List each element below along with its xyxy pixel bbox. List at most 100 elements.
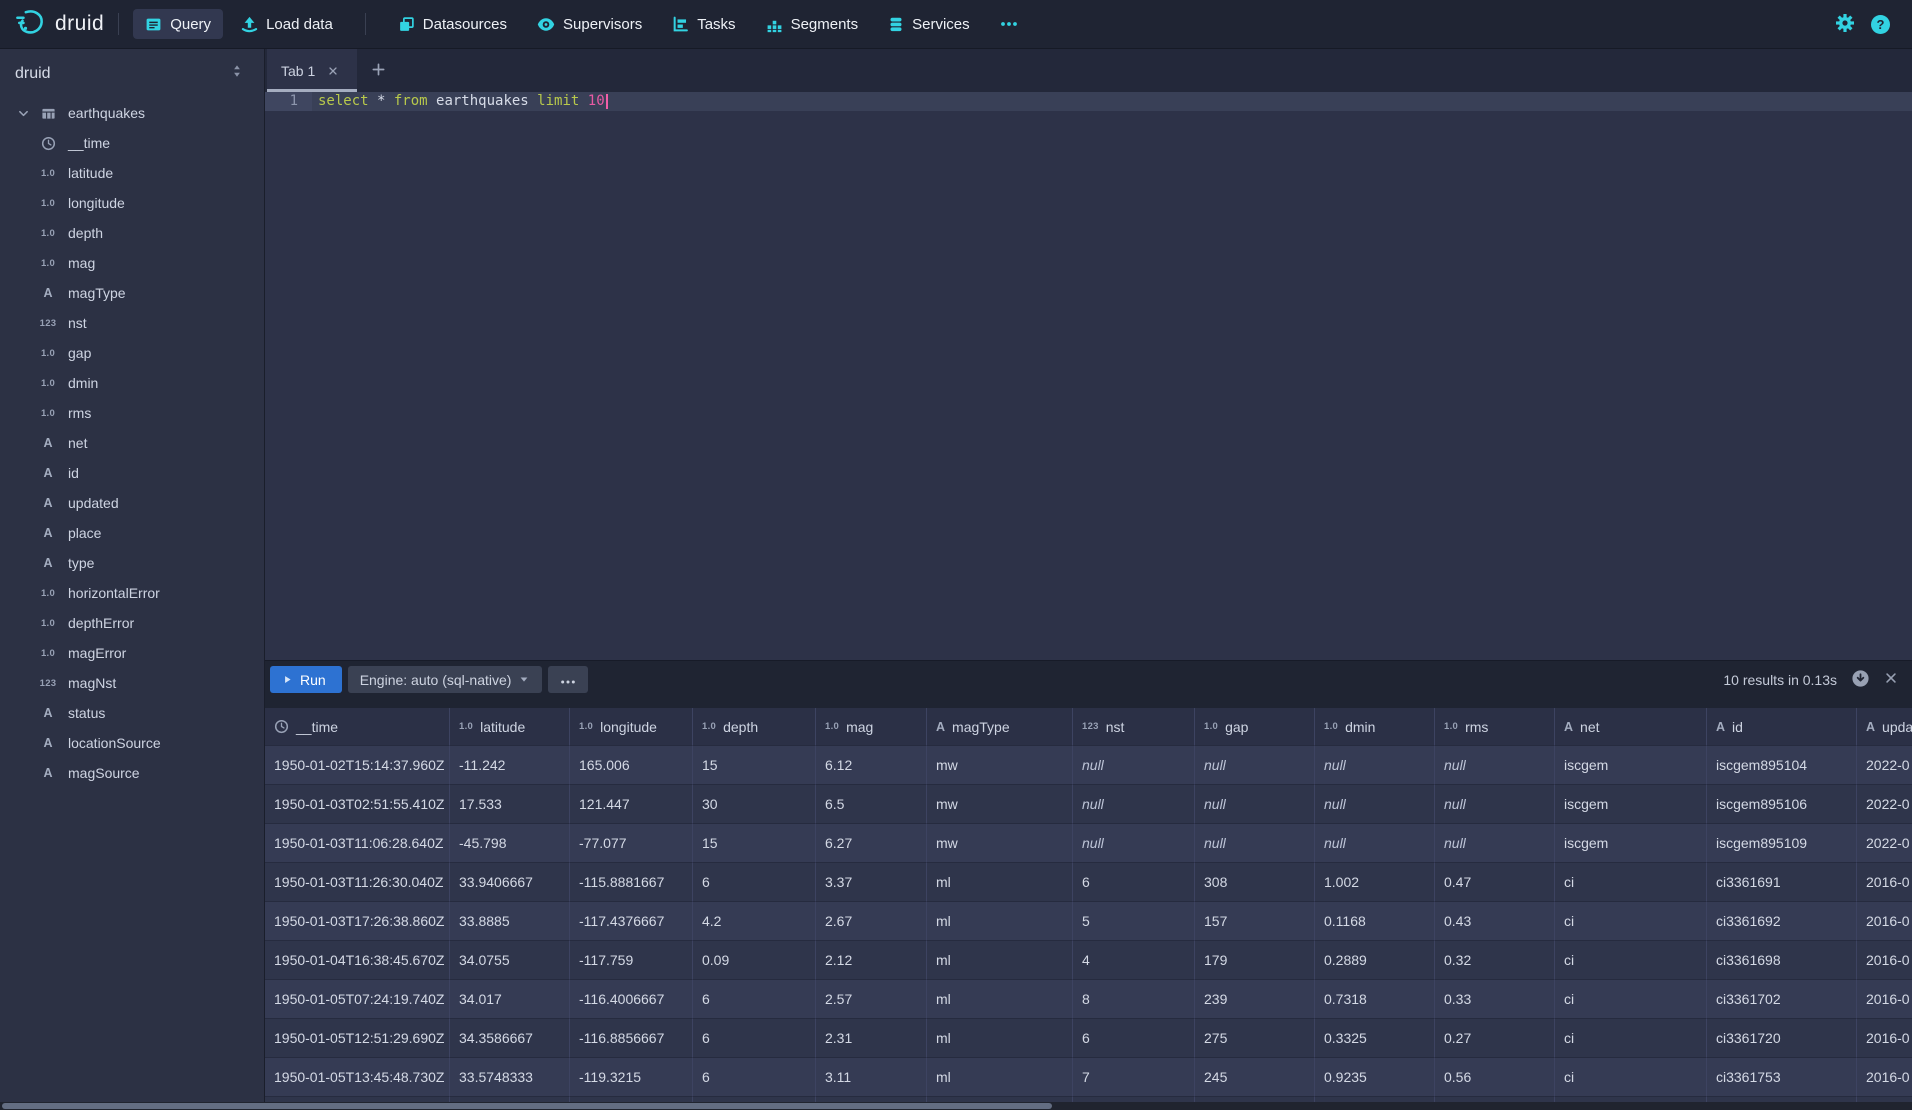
cell-updated[interactable]: 2016-0 [1857, 902, 1912, 941]
cell-id[interactable]: ci3361753 [1707, 1058, 1857, 1097]
cell-mag[interactable]: 6.12 [816, 746, 927, 785]
cell-dmin[interactable]: 0.7318 [1315, 980, 1435, 1019]
column-header-gap[interactable]: 1.0gap [1195, 708, 1315, 746]
column-header-id[interactable]: Aid [1707, 708, 1857, 746]
column-header-magType[interactable]: AmagType [927, 708, 1073, 746]
sidebar-table-earthquakes[interactable]: earthquakes [0, 98, 264, 128]
cell-depth[interactable]: 15 [693, 746, 816, 785]
cell-longitude[interactable]: -117.4376667 [570, 902, 693, 941]
cell-longitude[interactable]: 165.006 [570, 746, 693, 785]
cell-mag[interactable]: 2.67 [816, 902, 927, 941]
sidebar-column-horizontalError[interactable]: 1.0horizontalError [0, 578, 264, 608]
cell-updated[interactable]: 2016-0 [1857, 863, 1912, 902]
cell-latitude[interactable]: -45.798 [450, 824, 570, 863]
cell-net[interactable]: ci [1555, 941, 1707, 980]
cell-mag[interactable]: 2.12 [816, 941, 927, 980]
cell-__time[interactable]: 1950-01-05T13:45:48.730Z [265, 1058, 450, 1097]
sidebar-column-magType[interactable]: AmagType [0, 278, 264, 308]
cell-net[interactable]: ci [1555, 863, 1707, 902]
sidebar-column-dmin[interactable]: 1.0dmin [0, 368, 264, 398]
sidebar-column-latitude[interactable]: 1.0latitude [0, 158, 264, 188]
cell-net[interactable]: iscgem [1555, 824, 1707, 863]
nav-item-datasources[interactable]: Datasources [386, 9, 519, 39]
column-header-net[interactable]: Anet [1555, 708, 1707, 746]
sidebar-column-updated[interactable]: Aupdated [0, 488, 264, 518]
cell-rms[interactable]: 0.33 [1435, 980, 1555, 1019]
column-header-updated[interactable]: Aupdated [1857, 708, 1912, 746]
cell-dmin[interactable]: 1.002 [1315, 863, 1435, 902]
cell-gap[interactable]: null [1195, 785, 1315, 824]
engine-selector-button[interactable]: Engine: auto (sql-native) [348, 666, 543, 693]
cell-rms[interactable]: 0.32 [1435, 941, 1555, 980]
cell-magType[interactable]: mw [927, 746, 1073, 785]
download-results-button[interactable] [1851, 669, 1870, 691]
sidebar-column-gap[interactable]: 1.0gap [0, 338, 264, 368]
nav-item-load-data[interactable]: Load data [229, 9, 345, 39]
nav-item-more[interactable] [988, 9, 1030, 39]
sidebar-column-status[interactable]: Astatus [0, 698, 264, 728]
cell-nst[interactable]: 5 [1073, 902, 1195, 941]
cell-dmin[interactable]: 0.2889 [1315, 941, 1435, 980]
cell-latitude[interactable]: -11.242 [450, 746, 570, 785]
cell-dmin[interactable]: 0.3325 [1315, 1019, 1435, 1058]
cell-id[interactable]: ci3361720 [1707, 1019, 1857, 1058]
cell-dmin[interactable]: null [1315, 824, 1435, 863]
cell-nst[interactable]: null [1073, 785, 1195, 824]
sidebar-column-depthError[interactable]: 1.0depthError [0, 608, 264, 638]
cell-mag[interactable]: 2.31 [816, 1019, 927, 1058]
sidebar-column-mag[interactable]: 1.0mag [0, 248, 264, 278]
cell-__time[interactable]: 1950-01-03T11:26:30.040Z [265, 863, 450, 902]
sidebar-column-nst[interactable]: 123nst [0, 308, 264, 338]
cell-nst[interactable]: 8 [1073, 980, 1195, 1019]
cell-nst[interactable]: 4 [1073, 941, 1195, 980]
cell-gap[interactable]: null [1195, 746, 1315, 785]
cell-longitude[interactable]: -119.3215 [570, 1058, 693, 1097]
close-tab-icon[interactable] [327, 65, 339, 77]
cell-latitude[interactable]: 34.017 [450, 980, 570, 1019]
cell-dmin[interactable]: null [1315, 746, 1435, 785]
cell-rms[interactable]: null [1435, 824, 1555, 863]
cell-dmin[interactable]: null [1315, 785, 1435, 824]
chevron-down-icon[interactable] [12, 107, 34, 120]
cell-gap[interactable]: 275 [1195, 1019, 1315, 1058]
column-header-mag[interactable]: 1.0mag [816, 708, 927, 746]
sidebar-column-net[interactable]: Anet [0, 428, 264, 458]
cell-magType[interactable]: ml [927, 941, 1073, 980]
query-more-button[interactable] [548, 666, 588, 693]
cell-updated[interactable]: 2016-0 [1857, 941, 1912, 980]
cell-__time[interactable]: 1950-01-02T15:14:37.960Z [265, 746, 450, 785]
cell-magType[interactable]: mw [927, 785, 1073, 824]
cell-mag[interactable]: 2.57 [816, 980, 927, 1019]
cell-nst[interactable]: null [1073, 824, 1195, 863]
cell-longitude[interactable]: -116.4006667 [570, 980, 693, 1019]
settings-button[interactable] [1835, 13, 1855, 36]
cell-nst[interactable]: 6 [1073, 863, 1195, 902]
cell-updated[interactable]: 2016-0 [1857, 1058, 1912, 1097]
nav-item-supervisors[interactable]: Supervisors [525, 9, 654, 39]
column-header-latitude[interactable]: 1.0latitude [450, 708, 570, 746]
column-header-longitude[interactable]: 1.0longitude [570, 708, 693, 746]
cell-net[interactable]: iscgem [1555, 746, 1707, 785]
cell-gap[interactable]: null [1195, 824, 1315, 863]
cell-depth[interactable]: 30 [693, 785, 816, 824]
sidebar-column-magNst[interactable]: 123magNst [0, 668, 264, 698]
cell-latitude[interactable]: 33.9406667 [450, 863, 570, 902]
cell-rms[interactable]: 0.27 [1435, 1019, 1555, 1058]
cell-latitude[interactable]: 33.8885 [450, 902, 570, 941]
cell-depth[interactable]: 6 [693, 980, 816, 1019]
run-button[interactable]: Run [270, 666, 342, 693]
cell-__time[interactable]: 1950-01-05T12:51:29.690Z [265, 1019, 450, 1058]
help-button[interactable]: ? [1871, 15, 1890, 34]
close-results-button[interactable] [1884, 671, 1898, 688]
cell-updated[interactable]: 2022-0 [1857, 824, 1912, 863]
cell-__time[interactable]: 1950-01-04T16:38:45.670Z [265, 941, 450, 980]
cell-latitude[interactable]: 34.3586667 [450, 1019, 570, 1058]
cell-magType[interactable]: mw [927, 824, 1073, 863]
sidebar-column-rms[interactable]: 1.0rms [0, 398, 264, 428]
cell-magType[interactable]: ml [927, 863, 1073, 902]
cell-id[interactable]: iscgem895104 [1707, 746, 1857, 785]
sidebar-column-id[interactable]: Aid [0, 458, 264, 488]
cell-gap[interactable]: 179 [1195, 941, 1315, 980]
nav-item-services[interactable]: Services [876, 9, 982, 39]
column-header-dmin[interactable]: 1.0dmin [1315, 708, 1435, 746]
